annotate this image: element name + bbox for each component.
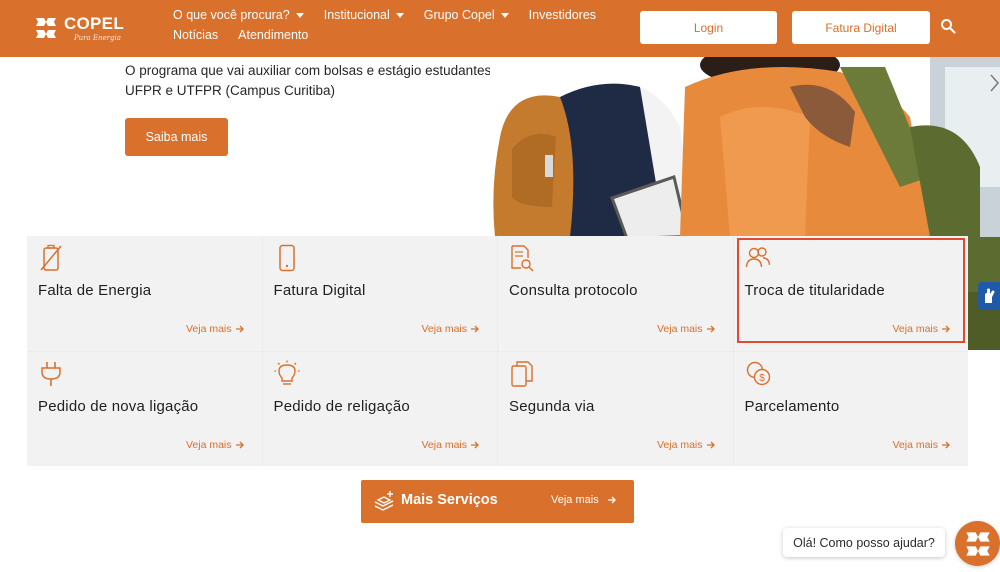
service-card-consulta-protocolo[interactable]: Consulta protocolo Veja mais	[498, 236, 733, 351]
arrow-right-icon	[607, 496, 616, 504]
nav-noticias[interactable]: Notícias	[173, 28, 218, 42]
chat-assistant-button[interactable]	[955, 521, 1000, 566]
service-title: Fatura Digital	[273, 282, 366, 299]
service-title: Troca de titularidade	[744, 282, 885, 299]
hero-students-image	[490, 57, 1000, 237]
arrow-right-icon	[235, 325, 244, 333]
service-title: Falta de Energia	[38, 282, 152, 299]
veja-mais-link[interactable]: Veja mais	[892, 323, 951, 335]
chevron-down-icon	[500, 12, 509, 18]
logo-name: COPEL	[63, 13, 124, 33]
veja-mais-link[interactable]: Veja mais	[657, 323, 716, 335]
services-grid: Falta de Energia Veja mais Fatura Digita…	[27, 236, 968, 466]
main-nav: O que você procura? Institucional Grupo …	[173, 8, 603, 42]
copel-logo-mark-icon	[965, 531, 990, 556]
veja-mais-label: Veja mais	[892, 323, 938, 335]
fatura-digital-button[interactable]: Fatura Digital	[792, 11, 930, 44]
veja-mais-label: Veja mais	[185, 323, 232, 335]
veja-mais-link[interactable]: Veja mais	[186, 323, 245, 335]
arrow-right-icon	[942, 441, 950, 448]
veja-mais-link[interactable]: Veja mais	[421, 439, 480, 451]
chevron-down-icon	[295, 12, 304, 18]
no-energy-icon	[40, 244, 62, 271]
veja-mais-label: Veja mais	[656, 323, 703, 335]
copel-logo-mark-icon	[35, 18, 56, 38]
service-card-troca-de-titularidade[interactable]: Troca de titularidade Veja mais	[733, 236, 968, 351]
lightbulb-icon	[274, 360, 299, 385]
service-title: Segunda via	[509, 397, 595, 415]
service-card-parcelamento[interactable]: $ Parcelamento Veja mais	[733, 351, 968, 466]
arrow-right-icon	[942, 325, 950, 333]
site-header: COPEL Pura Energia O que você procura? I…	[0, 0, 1000, 57]
accessibility-button[interactable]	[978, 282, 1000, 310]
arrow-right-icon	[471, 325, 479, 333]
nav-institucional[interactable]: Institucional	[324, 8, 404, 22]
service-title: Parcelamento	[744, 397, 840, 415]
copy-document-icon	[511, 360, 533, 387]
service-title: Consulta protocolo	[509, 282, 638, 299]
nav-grupo-copel[interactable]: Grupo Copel	[424, 8, 509, 22]
nav-label: Investidores	[528, 8, 597, 22]
veja-mais-label: Veja mais	[892, 438, 938, 451]
nav-investidores[interactable]: Investidores	[529, 8, 596, 22]
chevron-right-icon[interactable]	[988, 72, 1000, 94]
chat-greeting-bubble[interactable]: Olá! Como posso ajudar?	[783, 528, 945, 557]
veja-mais-link[interactable]: Veja mais	[421, 323, 480, 335]
chevron-down-icon	[395, 12, 404, 18]
veja-mais-label: Veja mais	[185, 438, 232, 451]
veja-mais-link[interactable]: Veja mais	[551, 494, 617, 506]
saiba-mais-button[interactable]: Saiba mais	[125, 118, 228, 156]
sign-language-icon	[985, 288, 995, 303]
service-title: Pedido de religação	[273, 397, 410, 415]
nav-o-que-voce-procura[interactable]: O que você procura?	[173, 8, 304, 22]
nav-label: O que você procura?	[173, 8, 290, 22]
service-card-fatura-digital[interactable]: Fatura Digital Veja mais	[262, 236, 497, 351]
copel-logo[interactable]: COPEL Pura Energia	[34, 10, 124, 46]
coins-icon: $	[746, 361, 770, 385]
users-icon	[745, 247, 770, 268]
arrow-right-icon	[706, 325, 715, 333]
arrow-right-icon	[235, 441, 244, 448]
phone-icon	[278, 244, 295, 272]
login-button[interactable]: Login	[640, 11, 777, 44]
veja-mais-label: Veja mais	[551, 494, 599, 506]
arrow-right-icon	[706, 441, 715, 448]
veja-mais-link[interactable]: Veja mais	[657, 439, 716, 451]
logo-tagline: Pura Energia	[73, 33, 121, 42]
hand-stack-icon	[374, 491, 394, 511]
service-title: Pedido de nova ligação	[38, 397, 199, 415]
service-card-pedido-de-nova-ligacao[interactable]: Pedido de nova ligação Veja mais	[27, 351, 262, 466]
svg-text:$: $	[759, 373, 765, 384]
arrow-right-icon	[471, 441, 479, 448]
service-card-segunda-via[interactable]: Segunda via Veja mais	[498, 351, 733, 466]
service-card-pedido-de-religacao[interactable]: Pedido de religação Veja mais	[262, 351, 497, 466]
nav-atendimento[interactable]: Atendimento	[238, 28, 308, 42]
veja-mais-label: Veja mais	[656, 438, 703, 451]
nav-label: Grupo Copel	[423, 8, 495, 22]
document-search-icon	[511, 245, 534, 272]
plug-icon	[41, 361, 61, 386]
mais-servicos-button[interactable]: Mais Serviços Veja mais	[361, 480, 634, 523]
service-card-falta-de-energia[interactable]: Falta de Energia Veja mais	[27, 236, 262, 351]
veja-mais-link[interactable]: Veja mais	[186, 439, 245, 451]
mais-servicos-label: Mais Serviços	[401, 492, 498, 508]
veja-mais-link[interactable]: Veja mais	[892, 439, 951, 451]
nav-label: Institucional	[323, 8, 390, 22]
nav-label: Notícias	[173, 28, 219, 42]
veja-mais-label: Veja mais	[421, 438, 467, 451]
veja-mais-label: Veja mais	[421, 323, 467, 335]
nav-label: Atendimento	[238, 28, 309, 42]
search-icon[interactable]	[940, 18, 956, 34]
